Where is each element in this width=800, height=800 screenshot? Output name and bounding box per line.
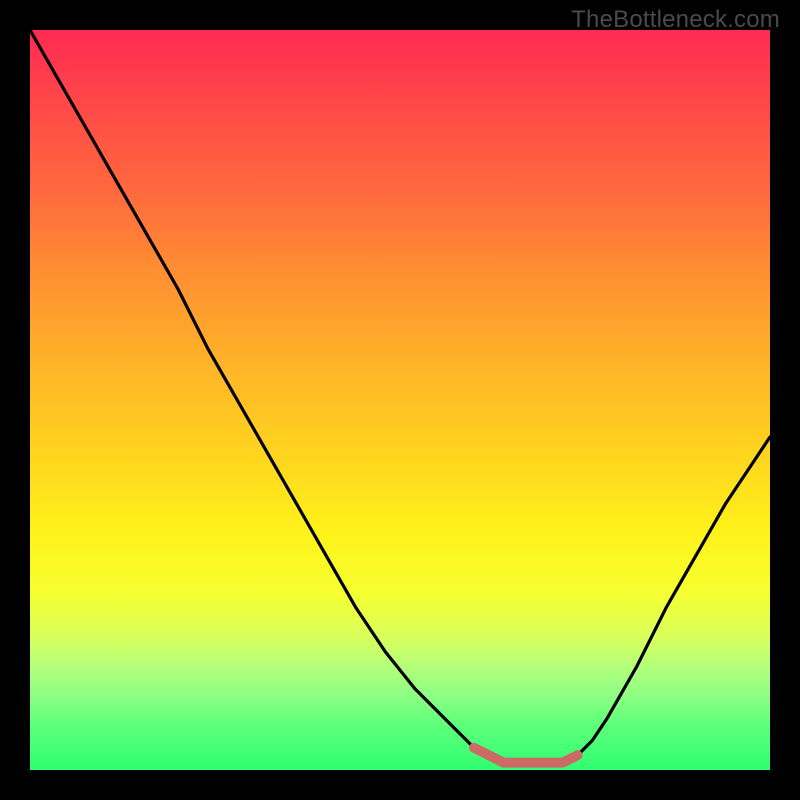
- plot-area: [30, 30, 770, 770]
- chart-frame: TheBottleneck.com: [0, 0, 800, 800]
- chart-svg: [30, 30, 770, 770]
- optimal-range-marker: [474, 748, 578, 763]
- bottleneck-curve: [30, 30, 770, 763]
